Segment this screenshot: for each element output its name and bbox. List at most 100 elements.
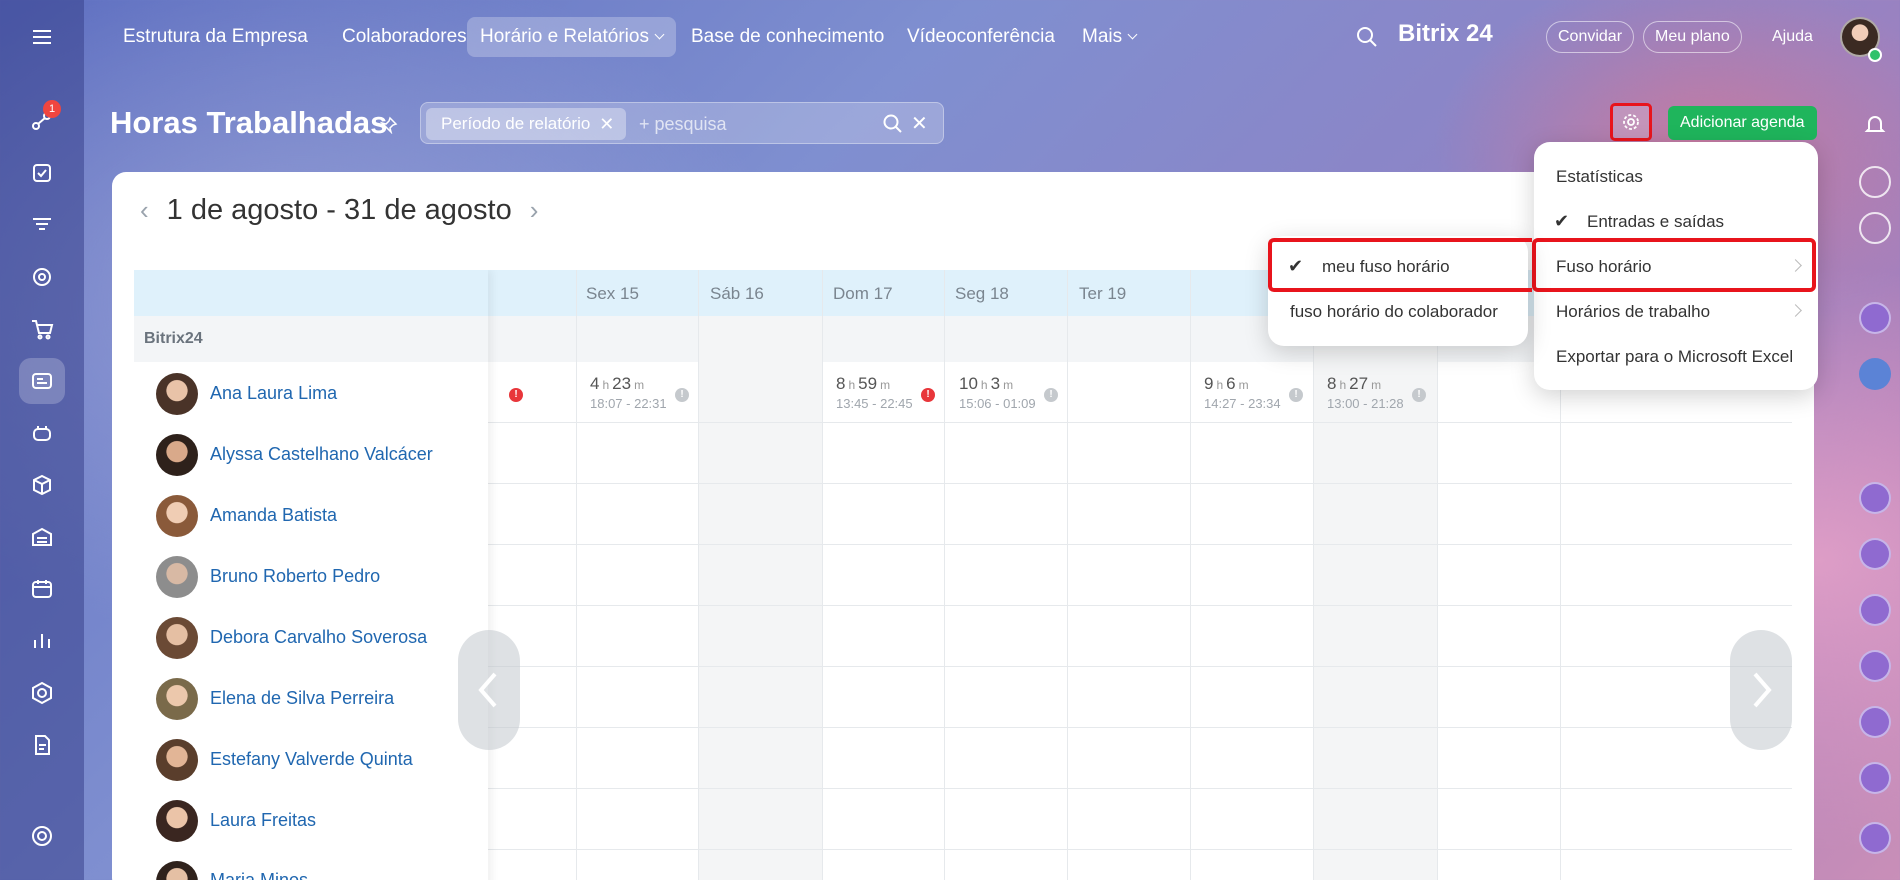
warning-icon[interactable]: !	[509, 388, 523, 402]
nav-item-structure[interactable]: Estrutura da Empresa	[110, 17, 321, 57]
group-header: Bitrix24	[134, 316, 488, 362]
filter-chip-label: Período de relatório	[441, 114, 591, 133]
avatar[interactable]	[156, 739, 198, 781]
time-range: 13:45 - 22:45	[836, 396, 913, 411]
sidebar-item-shop[interactable]	[19, 306, 65, 352]
employee-name[interactable]: Laura Freitas	[210, 810, 316, 831]
column-header: Sáb 16	[710, 284, 764, 303]
time-cell[interactable]: 10 h 3 m 15:06 - 01:09	[959, 374, 1036, 411]
brand-logo[interactable]: Bitrix 24	[1398, 20, 1493, 48]
info-icon[interactable]: !	[1044, 388, 1058, 402]
time-cell[interactable]: 8 h 59 m 13:45 - 22:45	[836, 374, 913, 411]
avatar[interactable]	[156, 617, 198, 659]
sidebar-item-crm[interactable]	[19, 202, 65, 248]
hours-value: 9	[1204, 374, 1214, 393]
sidebar-item-tasks[interactable]	[19, 150, 65, 196]
nav-item-more[interactable]: Mais	[1069, 17, 1149, 57]
add-schedule-button[interactable]: Adicionar agenda	[1668, 106, 1817, 140]
employee-name[interactable]: Ana Laura Lima	[210, 383, 337, 404]
pin-icon[interactable]	[379, 116, 398, 139]
info-icon[interactable]: !	[1412, 388, 1426, 402]
avatar[interactable]	[156, 556, 198, 598]
employee-name[interactable]: Elena de Silva Perreira	[210, 688, 394, 709]
chevron-down-icon	[654, 29, 665, 40]
sidebar-item-sites[interactable]	[19, 670, 65, 716]
chat-avatar-2[interactable]	[1859, 482, 1891, 514]
sidebar-item-timeman[interactable]	[19, 358, 65, 404]
chat-avatar-1[interactable]	[1859, 302, 1891, 334]
page-title: Horas Trabalhadas	[110, 105, 388, 140]
scroll-right-button[interactable]	[1730, 630, 1792, 750]
sidebar-item-docs[interactable]	[19, 722, 65, 768]
chevron-right-icon[interactable]: ›	[530, 195, 539, 226]
avatar[interactable]	[156, 495, 198, 537]
sidebar-item-analytics[interactable]	[19, 618, 65, 664]
column-header: Sex 15	[586, 284, 639, 303]
chat-icon[interactable]	[1859, 212, 1891, 244]
hours-unit: h	[1216, 378, 1224, 392]
chevron-left-icon[interactable]: ‹	[140, 195, 149, 226]
time-cell[interactable]: 4 h 23 m 18:07 - 22:31	[590, 374, 667, 411]
info-icon[interactable]: !	[1289, 388, 1303, 402]
copilot-icon[interactable]	[1859, 166, 1891, 198]
my-plan-button[interactable]: Meu plano	[1643, 21, 1742, 53]
employee-name[interactable]: Estefany Valverde Quinta	[210, 749, 413, 770]
nav-item-knowledge-base[interactable]: Base de conhecimento	[678, 17, 897, 57]
nav-item-videoconference[interactable]: Vídeoconferência	[894, 17, 1068, 57]
sidebar-item-robot[interactable]	[19, 410, 65, 456]
sidebar-item-catalog[interactable]	[19, 462, 65, 508]
period-navigator: ‹ 1 de agosto - 31 de agosto ›	[140, 194, 538, 227]
settings-icon[interactable]	[19, 813, 65, 859]
employee-name[interactable]: Debora Carvalho Soverosa	[210, 627, 427, 648]
chat-avatar-8[interactable]	[1859, 822, 1891, 854]
employee-name[interactable]: Bruno Roberto Pedro	[210, 566, 380, 587]
chat-avatar-3[interactable]	[1859, 538, 1891, 570]
employee-name[interactable]: Alyssa Castelhano Valcácer	[210, 444, 433, 465]
time-range: 18:07 - 22:31	[590, 396, 667, 411]
time-cell[interactable]: 8 h 27 m 13:00 - 21:28	[1327, 374, 1404, 411]
time-range: 13:00 - 21:28	[1327, 396, 1404, 411]
employee-name[interactable]: Amanda Batista	[210, 505, 337, 526]
clear-icon[interactable]: ✕	[911, 111, 928, 136]
sidebar-item-activity[interactable]: 1	[19, 98, 65, 144]
chevron-right-icon	[1789, 304, 1802, 317]
scroll-left-button[interactable]	[458, 630, 520, 750]
chat-avatar-4[interactable]	[1859, 594, 1891, 626]
close-icon[interactable]: ✕	[599, 108, 614, 140]
menu-item-label: Entradas e saídas	[1587, 212, 1725, 231]
menu-item-statistics[interactable]: Estatísticas	[1534, 154, 1818, 199]
nav-item-time-reports[interactable]: Horário e Relatórios	[467, 17, 676, 57]
sidebar-item-store[interactable]	[19, 514, 65, 560]
invite-button[interactable]: Convidar	[1546, 21, 1635, 53]
sidebar-item-goals[interactable]	[19, 254, 65, 300]
menu-item-export-excel[interactable]: Exportar para o Microsoft Excel	[1534, 334, 1818, 379]
sidebar-item-calendar[interactable]	[19, 566, 65, 612]
chat-avatar-5[interactable]	[1859, 650, 1891, 682]
menu-item-work-schedules[interactable]: Horários de trabalho	[1534, 289, 1818, 334]
chevron-down-icon	[1127, 29, 1138, 40]
search-input[interactable]: + pesquisa	[639, 114, 727, 135]
search-icon[interactable]	[883, 114, 903, 139]
bookmark-icon[interactable]	[1859, 358, 1891, 390]
search-icon[interactable]	[1356, 26, 1378, 53]
info-icon[interactable]: !	[675, 388, 689, 402]
hamburger-menu-icon[interactable]	[19, 14, 65, 60]
filter-search-box[interactable]: Período de relatório ✕ + pesquisa ✕	[420, 102, 944, 144]
avatar[interactable]	[156, 373, 198, 415]
warning-icon[interactable]: !	[921, 388, 935, 402]
employee-name[interactable]: Maria Minos	[210, 870, 308, 880]
avatar[interactable]	[156, 800, 198, 842]
highlight-frame	[1268, 238, 1532, 292]
time-cell[interactable]: 9h6m 14:27 - 23:34	[1204, 374, 1281, 411]
settings-gear-button[interactable]	[1610, 103, 1652, 141]
nav-item-employees[interactable]: Colaboradores	[329, 17, 480, 57]
menu-item-employee-timezone[interactable]: fuso horário do colaborador	[1268, 289, 1528, 334]
help-button[interactable]: Ajuda	[1760, 21, 1825, 53]
filter-chip-period[interactable]: Período de relatório ✕	[426, 108, 627, 140]
avatar[interactable]	[156, 678, 198, 720]
avatar[interactable]	[156, 861, 198, 880]
chat-avatar-6[interactable]	[1859, 706, 1891, 738]
bell-icon[interactable]	[1863, 112, 1887, 141]
chat-avatar-7[interactable]	[1859, 762, 1891, 794]
avatar[interactable]	[156, 434, 198, 476]
